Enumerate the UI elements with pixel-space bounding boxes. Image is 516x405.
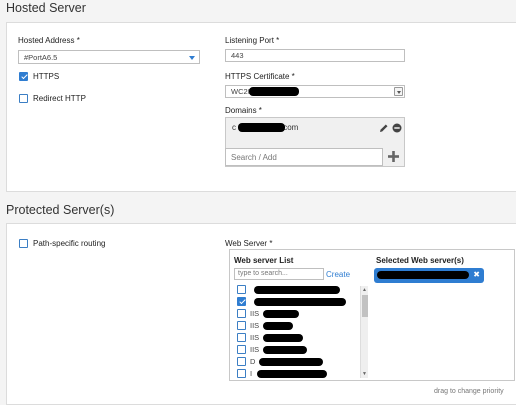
plus-icon[interactable]	[387, 150, 400, 163]
scroll-up-icon[interactable]: ▲	[362, 287, 367, 293]
domains-label: Domains *	[225, 106, 262, 115]
web-server-label: Web Server *	[225, 239, 273, 248]
redirect-http-label: Redirect HTTP	[33, 94, 86, 103]
domain-search-input[interactable]: Search / Add	[225, 148, 383, 166]
protected-servers-title: Protected Server(s)	[6, 203, 115, 217]
web-server-checkbox[interactable]	[237, 345, 246, 354]
listening-port-label: Listening Port *	[225, 36, 280, 45]
https-checkbox[interactable]	[19, 72, 28, 81]
hosted-server-panel: Hosted Address * #PortA6.5 HTTPS Redirec…	[6, 22, 516, 192]
web-server-checkbox[interactable]	[237, 285, 246, 294]
hosted-address-value: #PortA6.5	[24, 53, 58, 62]
create-web-server-link[interactable]: Create	[326, 270, 350, 279]
web-server-list-title: Web server List	[234, 256, 294, 265]
certificate-dropdown-button[interactable]	[394, 87, 403, 96]
web-server-checkbox[interactable]	[237, 297, 246, 306]
redacted-block	[249, 87, 299, 96]
redacted-block	[377, 271, 469, 279]
redacted-block	[254, 286, 340, 294]
chevron-down-icon	[189, 56, 195, 60]
remove-icon[interactable]: ✖	[473, 270, 480, 279]
hosted-server-title: Hosted Server	[6, 1, 86, 15]
scrollbar-thumb[interactable]	[362, 295, 368, 317]
redacted-block	[254, 298, 346, 306]
web-server-list-scrollbar[interactable]: ▲ ▼	[360, 286, 368, 378]
web-server-checkbox[interactable]	[237, 309, 246, 318]
web-server-search-input[interactable]: type to search...	[234, 268, 324, 280]
https-certificate-label: HTTPS Certificate *	[225, 72, 295, 81]
web-server-list: IIS IIS IIS IIS D I	[230, 283, 368, 382]
domain-search-placeholder: Search / Add	[231, 153, 277, 162]
redacted-block	[257, 370, 327, 378]
redirect-http-checkbox[interactable]	[19, 94, 28, 103]
listening-port-value: 443	[231, 51, 244, 60]
selected-server-chip[interactable]: ✖	[374, 268, 484, 283]
chevron-down-icon	[396, 90, 401, 94]
redacted-block	[263, 334, 303, 342]
web-server-checkbox[interactable]	[237, 321, 246, 330]
web-server-checkbox[interactable]	[237, 369, 246, 378]
web-server-checkbox[interactable]	[237, 357, 246, 366]
selected-servers-title: Selected Web server(s)	[376, 256, 464, 265]
minus-circle-icon[interactable]	[392, 123, 402, 133]
web-server-selector: Web server List type to search... Create…	[229, 249, 515, 381]
redacted-block	[263, 310, 299, 318]
domain-prefix: c	[232, 123, 236, 132]
redacted-block	[263, 346, 307, 354]
path-routing-label: Path-specific routing	[33, 239, 106, 248]
web-server-search-placeholder: type to search...	[238, 270, 288, 277]
hosted-address-select[interactable]: #PortA6.5	[18, 50, 200, 64]
redacted-block	[259, 358, 323, 366]
protected-servers-panel: Path-specific routing Web Server * Web s…	[6, 223, 516, 405]
pencil-icon[interactable]	[379, 123, 389, 133]
redacted-block	[263, 322, 293, 330]
scroll-down-icon[interactable]: ▼	[362, 371, 367, 377]
drag-hint: drag to change priority	[434, 388, 504, 395]
https-label: HTTPS	[33, 72, 60, 81]
hosted-address-label: Hosted Address *	[18, 36, 80, 45]
web-server-checkbox[interactable]	[237, 333, 246, 342]
listening-port-input[interactable]: 443	[225, 49, 405, 62]
redacted-block	[238, 123, 285, 132]
path-routing-checkbox[interactable]	[19, 239, 28, 248]
domains-box: c .com Search / Add	[225, 117, 405, 167]
